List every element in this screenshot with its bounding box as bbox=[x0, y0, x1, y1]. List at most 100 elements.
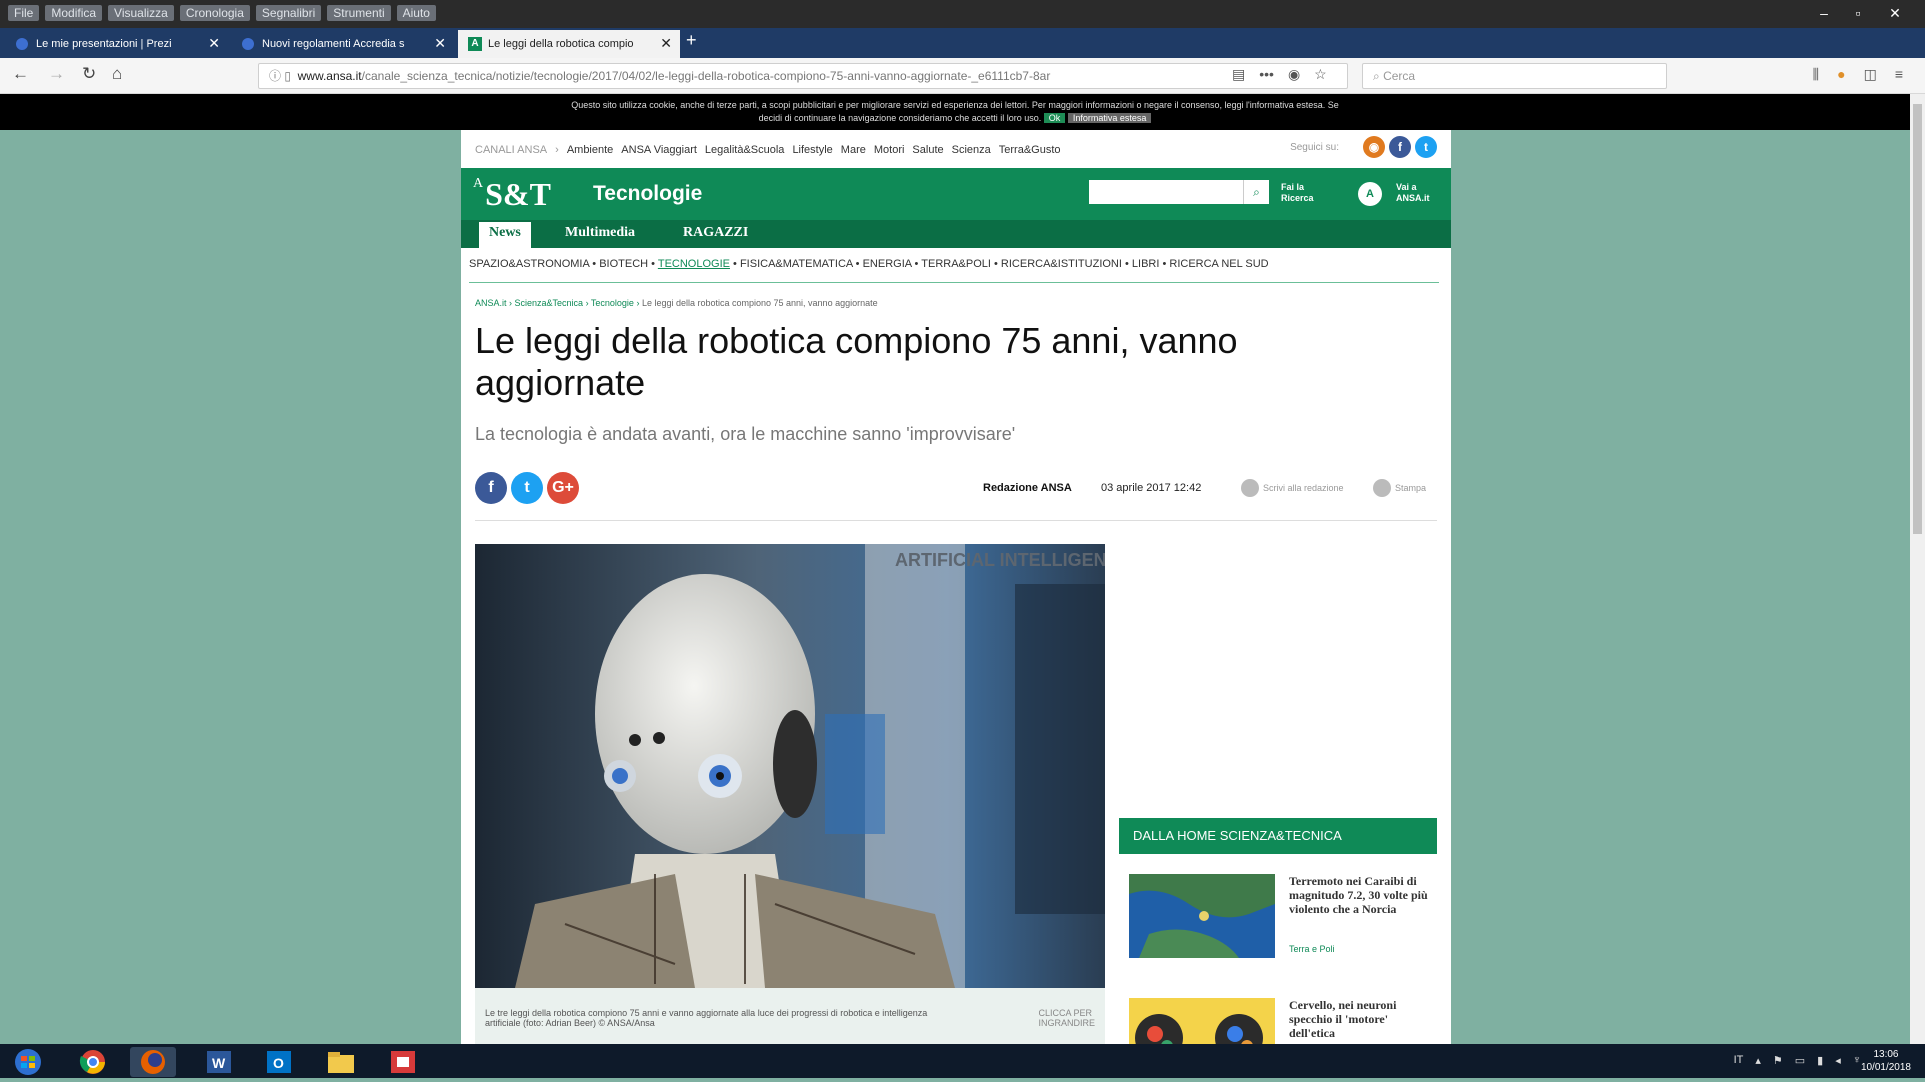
share-twitter-icon[interactable]: t bbox=[511, 472, 543, 504]
ansa-badge-icon[interactable]: A bbox=[1358, 182, 1382, 206]
share-facebook-icon[interactable]: f bbox=[475, 472, 507, 504]
back-icon[interactable]: ← bbox=[12, 64, 29, 84]
flag-icon[interactable]: ⚑ bbox=[1773, 1054, 1783, 1067]
category-link[interactable]: LIBRI bbox=[1132, 258, 1160, 270]
channel-link[interactable]: Lifestyle bbox=[792, 144, 832, 156]
start-button[interactable] bbox=[8, 1047, 48, 1077]
sidebar-thumb[interactable] bbox=[1129, 998, 1275, 1044]
channel-link[interactable]: Motori bbox=[874, 144, 905, 156]
category-link[interactable]: BIOTECH bbox=[599, 258, 648, 270]
menu-file[interactable]: File bbox=[8, 5, 40, 21]
facebook-icon[interactable]: f bbox=[1389, 136, 1411, 158]
breadcrumb-item[interactable]: ANSA.it bbox=[475, 298, 507, 308]
vertical-scrollbar[interactable] bbox=[1910, 94, 1925, 1044]
hamburger-menu-icon[interactable]: ≡ bbox=[1895, 66, 1903, 83]
minimize-icon[interactable]: – bbox=[1807, 2, 1841, 24]
maximize-icon[interactable]: ▫ bbox=[1841, 2, 1875, 24]
sidebar-article[interactable]: Terremoto nei Caraibi di magnitudo 7.2, … bbox=[1129, 874, 1429, 974]
sidebar-article-title[interactable]: Cervello, nei neuroni specchio il 'motor… bbox=[1289, 998, 1429, 1040]
sidebar-thumb[interactable] bbox=[1129, 874, 1275, 958]
firefox-taskbar-icon[interactable] bbox=[130, 1047, 176, 1077]
close-tab-icon[interactable]: ✕ bbox=[660, 35, 672, 52]
tab-prezi[interactable]: Le mie presentazioni | Prezi ✕ bbox=[6, 30, 228, 58]
channel-link[interactable]: Terra&Gusto bbox=[999, 144, 1061, 156]
category-link[interactable]: ENERGIA bbox=[863, 258, 912, 270]
category-link[interactable]: RICERCA NEL SUD bbox=[1169, 258, 1268, 270]
menu-aiuto[interactable]: Aiuto bbox=[396, 5, 436, 21]
menu-visualizza[interactable]: Visualizza bbox=[108, 5, 174, 21]
file-explorer-taskbar-icon[interactable] bbox=[318, 1047, 364, 1077]
channel-link[interactable]: Scienza bbox=[952, 144, 991, 156]
st-logo[interactable]: AS&T bbox=[473, 176, 551, 213]
breadcrumb-item[interactable]: Tecnologie bbox=[591, 298, 634, 308]
menu-modifica[interactable]: Modifica bbox=[45, 5, 103, 21]
tab-multimedia[interactable]: Multimedia bbox=[565, 225, 635, 241]
site-search-input[interactable] bbox=[1089, 180, 1249, 204]
bookmark-star-icon[interactable]: ☆ bbox=[1314, 66, 1327, 83]
rss-icon[interactable]: ◉ bbox=[1363, 136, 1385, 158]
close-window-icon[interactable]: ✕ bbox=[1875, 2, 1915, 24]
menu-segnalibri[interactable]: Segnalibri bbox=[255, 5, 322, 21]
category-link[interactable]: FISICA&MATEMATICA bbox=[740, 258, 853, 270]
share-google-plus-icon[interactable]: G+ bbox=[547, 472, 579, 504]
channel-link[interactable]: Legalità&Scuola bbox=[705, 144, 785, 156]
category-link[interactable]: SPAZIO&ASTRONOMIA bbox=[469, 258, 589, 270]
tab-accredia[interactable]: Nuovi regolamenti Accredia s ✕ bbox=[232, 30, 454, 58]
scrollbar-thumb[interactable] bbox=[1913, 104, 1922, 534]
sidebar-heading[interactable]: DALLA HOME SCIENZA&TECNICA bbox=[1119, 818, 1437, 854]
app-taskbar-icon[interactable] bbox=[380, 1047, 426, 1077]
clock[interactable]: 13:06 10/01/2018 bbox=[1861, 1048, 1911, 1074]
sidebar-icon[interactable]: ◫ bbox=[1864, 66, 1877, 83]
channel-link[interactable]: Salute bbox=[912, 144, 943, 156]
chevron-up-icon[interactable]: ▴ bbox=[1755, 1054, 1761, 1067]
tab-ragazzi[interactable]: RAGAZZI bbox=[683, 225, 748, 241]
category-link-selected[interactable]: TECNOLOGIE bbox=[658, 258, 730, 270]
site-info-icon[interactable]: ⓘ ▯ bbox=[269, 69, 298, 83]
menu-strumenti[interactable]: Strumenti bbox=[327, 5, 391, 21]
battery-icon[interactable]: ▮ bbox=[1817, 1054, 1823, 1067]
cookie-info-button[interactable]: Informativa estesa bbox=[1067, 113, 1152, 123]
search-input[interactable]: ⌕ Cerca bbox=[1362, 63, 1667, 89]
twitter-icon[interactable]: t bbox=[1415, 136, 1437, 158]
volume-icon[interactable]: ◂ bbox=[1835, 1054, 1841, 1067]
category-link[interactable]: TERRA&POLI bbox=[921, 258, 991, 270]
tab-ansa[interactable]: A Le leggi della robotica compio ✕ bbox=[458, 30, 680, 58]
sidebar-article-category[interactable]: Terra e Poli bbox=[1289, 944, 1335, 954]
language-indicator[interactable]: IT bbox=[1734, 1054, 1744, 1067]
home-icon[interactable]: ⌂ bbox=[112, 64, 122, 84]
channel-link[interactable]: ANSA Viaggiart bbox=[621, 144, 697, 156]
close-tab-icon[interactable]: ✕ bbox=[208, 35, 220, 52]
page-actions-icon[interactable]: ••• bbox=[1259, 66, 1274, 83]
tab-news[interactable]: News bbox=[479, 222, 531, 248]
go-to-ansa-link[interactable]: Vai a ANSA.it bbox=[1396, 182, 1430, 204]
write-to-editor-link[interactable]: Scrivi alla redazione bbox=[1241, 479, 1344, 497]
reload-icon[interactable]: ↻ bbox=[82, 64, 96, 84]
zoom-link[interactable]: CLICCA PER INGRANDIRE bbox=[1038, 1008, 1095, 1028]
channel-link[interactable]: Mare bbox=[841, 144, 866, 156]
forward-icon[interactable]: → bbox=[48, 64, 65, 84]
usb-icon[interactable]: ♆ bbox=[1853, 1054, 1861, 1067]
category-link[interactable]: RICERCA&ISTITUZIONI bbox=[1001, 258, 1122, 270]
menu-cronologia[interactable]: Cronologia bbox=[179, 5, 250, 21]
outlook-taskbar-icon[interactable]: O bbox=[256, 1047, 302, 1077]
sidebar-article-title[interactable]: Terremoto nei Caraibi di magnitudo 7.2, … bbox=[1289, 874, 1429, 916]
chrome-taskbar-icon[interactable] bbox=[70, 1047, 116, 1077]
sidebar-article[interactable]: Cervello, nei neuroni specchio il 'motor… bbox=[1129, 998, 1429, 1044]
close-tab-icon[interactable]: ✕ bbox=[434, 35, 446, 52]
address-bar[interactable]: ⓘ ▯ www.ansa.it/canale_scienza_tecnica/n… bbox=[258, 63, 1348, 89]
word-taskbar-icon[interactable]: W bbox=[196, 1047, 242, 1077]
network-icon[interactable]: ▭ bbox=[1795, 1054, 1805, 1067]
print-link[interactable]: Stampa bbox=[1373, 479, 1426, 497]
channel-link[interactable]: Ambiente bbox=[567, 144, 613, 156]
library-icon[interactable]: ⫼ bbox=[1813, 66, 1819, 83]
extension-icon[interactable]: ● bbox=[1837, 66, 1845, 83]
breadcrumb-item[interactable]: Scienza&Tecnica bbox=[515, 298, 584, 308]
cookie-ok-button[interactable]: Ok bbox=[1043, 113, 1066, 123]
reader-view-icon[interactable]: ▤ bbox=[1232, 66, 1245, 83]
zoom-line-2: INGRANDIRE bbox=[1038, 1018, 1095, 1028]
advanced-search-link[interactable]: Fai la Ricerca bbox=[1281, 182, 1314, 204]
pocket-icon[interactable]: ◉ bbox=[1288, 66, 1300, 83]
new-tab-icon[interactable]: + bbox=[686, 30, 697, 51]
search-icon[interactable]: ⌕ bbox=[1243, 180, 1269, 204]
article-photo[interactable]: ARTIFICIAL INTELLIGENCE LABORATORY bbox=[475, 544, 1105, 988]
